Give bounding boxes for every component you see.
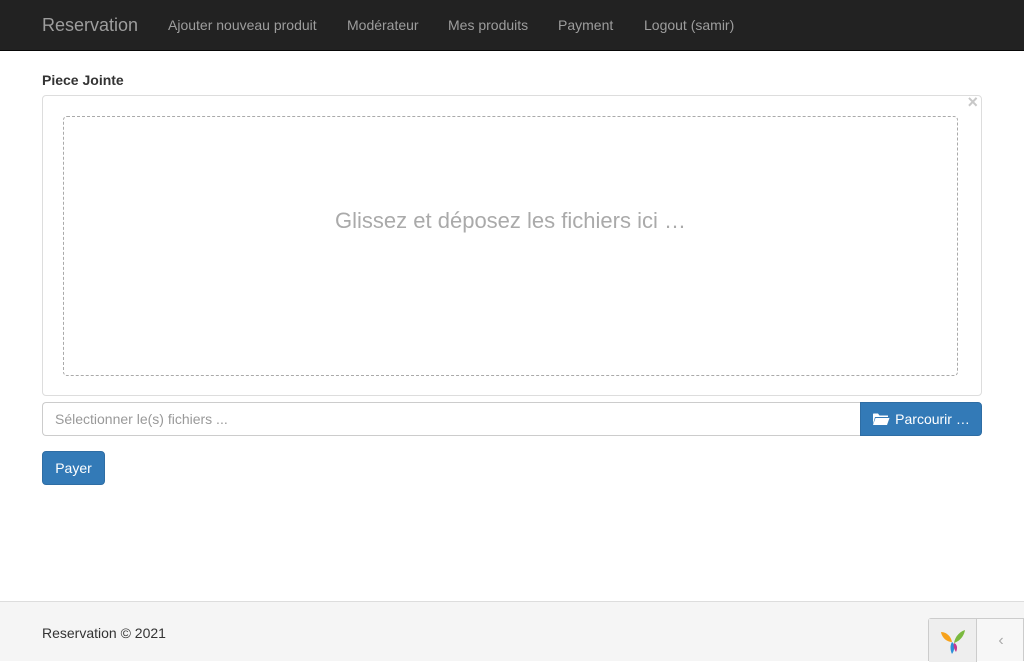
pay-button[interactable]: Payer <box>42 451 105 485</box>
drop-zone-text: Glissez et déposez les fichiers ici … <box>335 208 686 233</box>
navbar: Reservation Ajouter nouveau produit Modé… <box>0 0 1024 51</box>
debug-toolbar: ‹ <box>928 618 1024 662</box>
drop-zone[interactable]: Glissez et déposez les fichiers ici … <box>63 116 958 376</box>
brand-link[interactable]: Reservation <box>42 14 138 36</box>
file-caption-input[interactable]: Sélectionner le(s) fichiers ... <box>42 402 861 436</box>
chevron-left-icon[interactable]: ‹ <box>977 619 1024 662</box>
yii-logo-icon[interactable] <box>929 619 977 662</box>
attachment-label: Piece Jointe <box>42 72 124 88</box>
file-input-group: Sélectionner le(s) fichiers ... Parcouri… <box>42 402 982 436</box>
footer-copyright: Reservation © 2021 <box>42 625 166 641</box>
folder-open-icon <box>872 412 890 426</box>
footer: Reservation © 2021 <box>0 601 1024 661</box>
nav-item-add-product[interactable]: Ajouter nouveau produit <box>168 16 317 34</box>
close-icon[interactable]: × <box>967 92 978 112</box>
file-preview-box: × Glissez et déposez les fichiers ici … <box>42 92 982 396</box>
nav-item-payment[interactable]: Payment <box>558 16 613 34</box>
nav-item-my-products[interactable]: Mes produits <box>448 16 528 34</box>
nav-item-moderator[interactable]: Modérateur <box>347 16 419 34</box>
nav-item-logout[interactable]: Logout (samir) <box>644 16 734 34</box>
browse-button-label: Parcourir … <box>895 411 970 427</box>
browse-button[interactable]: Parcourir … <box>860 402 982 436</box>
